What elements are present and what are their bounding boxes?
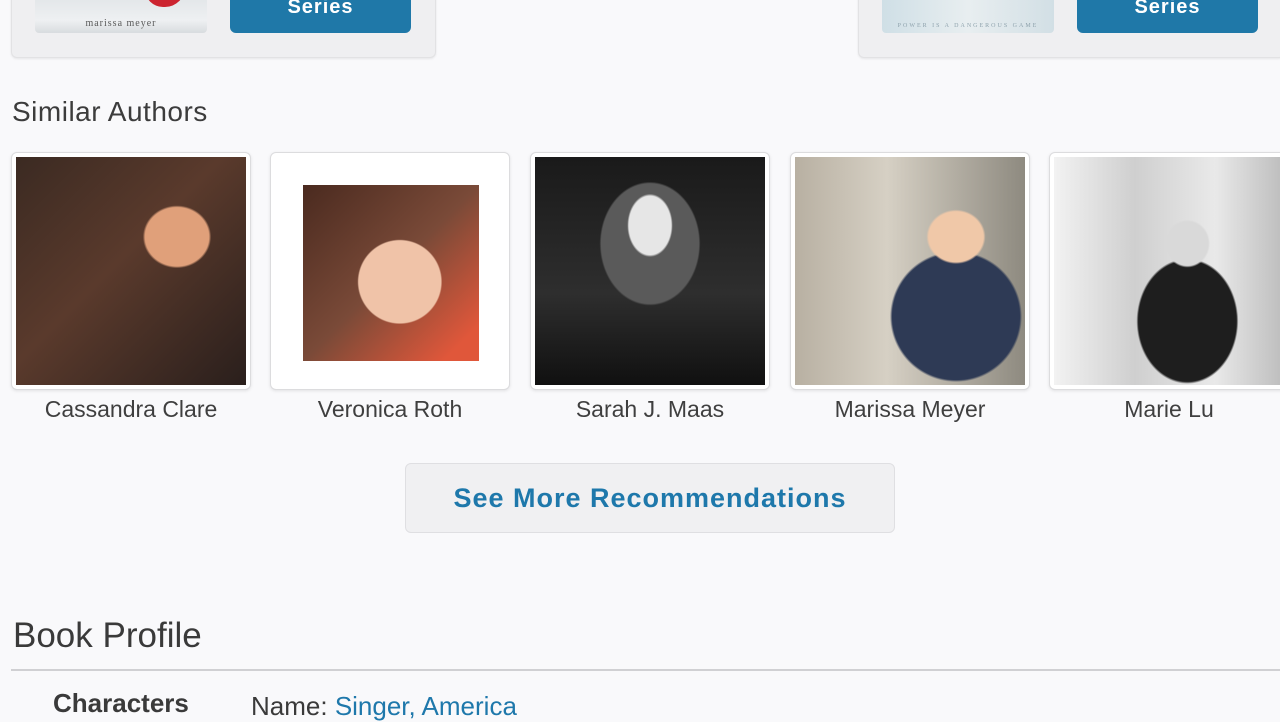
book-card-left: marissa meyer Series — [11, 0, 436, 58]
series-button[interactable]: Series — [230, 0, 411, 33]
author-name[interactable]: Sarah J. Maas — [530, 396, 770, 423]
author-photo — [16, 157, 246, 385]
book-card-right: POWER IS A DANGEROUS GAME Series — [858, 0, 1280, 58]
name-prefix: Name: — [251, 691, 328, 721]
characters-label: Characters — [53, 688, 189, 718]
author-name[interactable]: Marie Lu — [1049, 396, 1280, 423]
divider — [11, 669, 1280, 671]
author-name[interactable]: Veronica Roth — [270, 396, 510, 423]
book-profile-heading: Book Profile — [13, 616, 202, 655]
character-row: Name: Singer, America — [251, 691, 517, 722]
similar-authors-list: Cassandra Clare Veronica Roth Sarah J. M… — [0, 152, 1280, 432]
see-more-recommendations-button[interactable]: See More Recommendations — [405, 463, 895, 533]
cover-art — [145, 0, 185, 7]
author-photo — [1054, 157, 1280, 385]
author-photo-frame[interactable] — [1049, 152, 1280, 390]
author-photo — [795, 157, 1025, 385]
book-cover-image[interactable]: POWER IS A DANGEROUS GAME — [882, 0, 1054, 33]
author-photo-frame[interactable] — [270, 152, 510, 390]
book-cover-image[interactable]: marissa meyer — [35, 0, 207, 33]
author-photo-frame[interactable] — [790, 152, 1030, 390]
series-button[interactable]: Series — [1077, 0, 1258, 33]
cover-tagline-text: POWER IS A DANGEROUS GAME — [897, 23, 1039, 29]
author-photo — [275, 157, 505, 385]
character-link[interactable]: Singer, America — [335, 691, 517, 721]
author-photo — [535, 157, 765, 385]
cover-author-text: marissa meyer — [85, 18, 157, 29]
author-photo-frame[interactable] — [530, 152, 770, 390]
author-name[interactable]: Cassandra Clare — [11, 396, 251, 423]
similar-authors-heading: Similar Authors — [12, 96, 208, 127]
author-name[interactable]: Marissa Meyer — [790, 396, 1030, 423]
author-photo-frame[interactable] — [11, 152, 251, 390]
